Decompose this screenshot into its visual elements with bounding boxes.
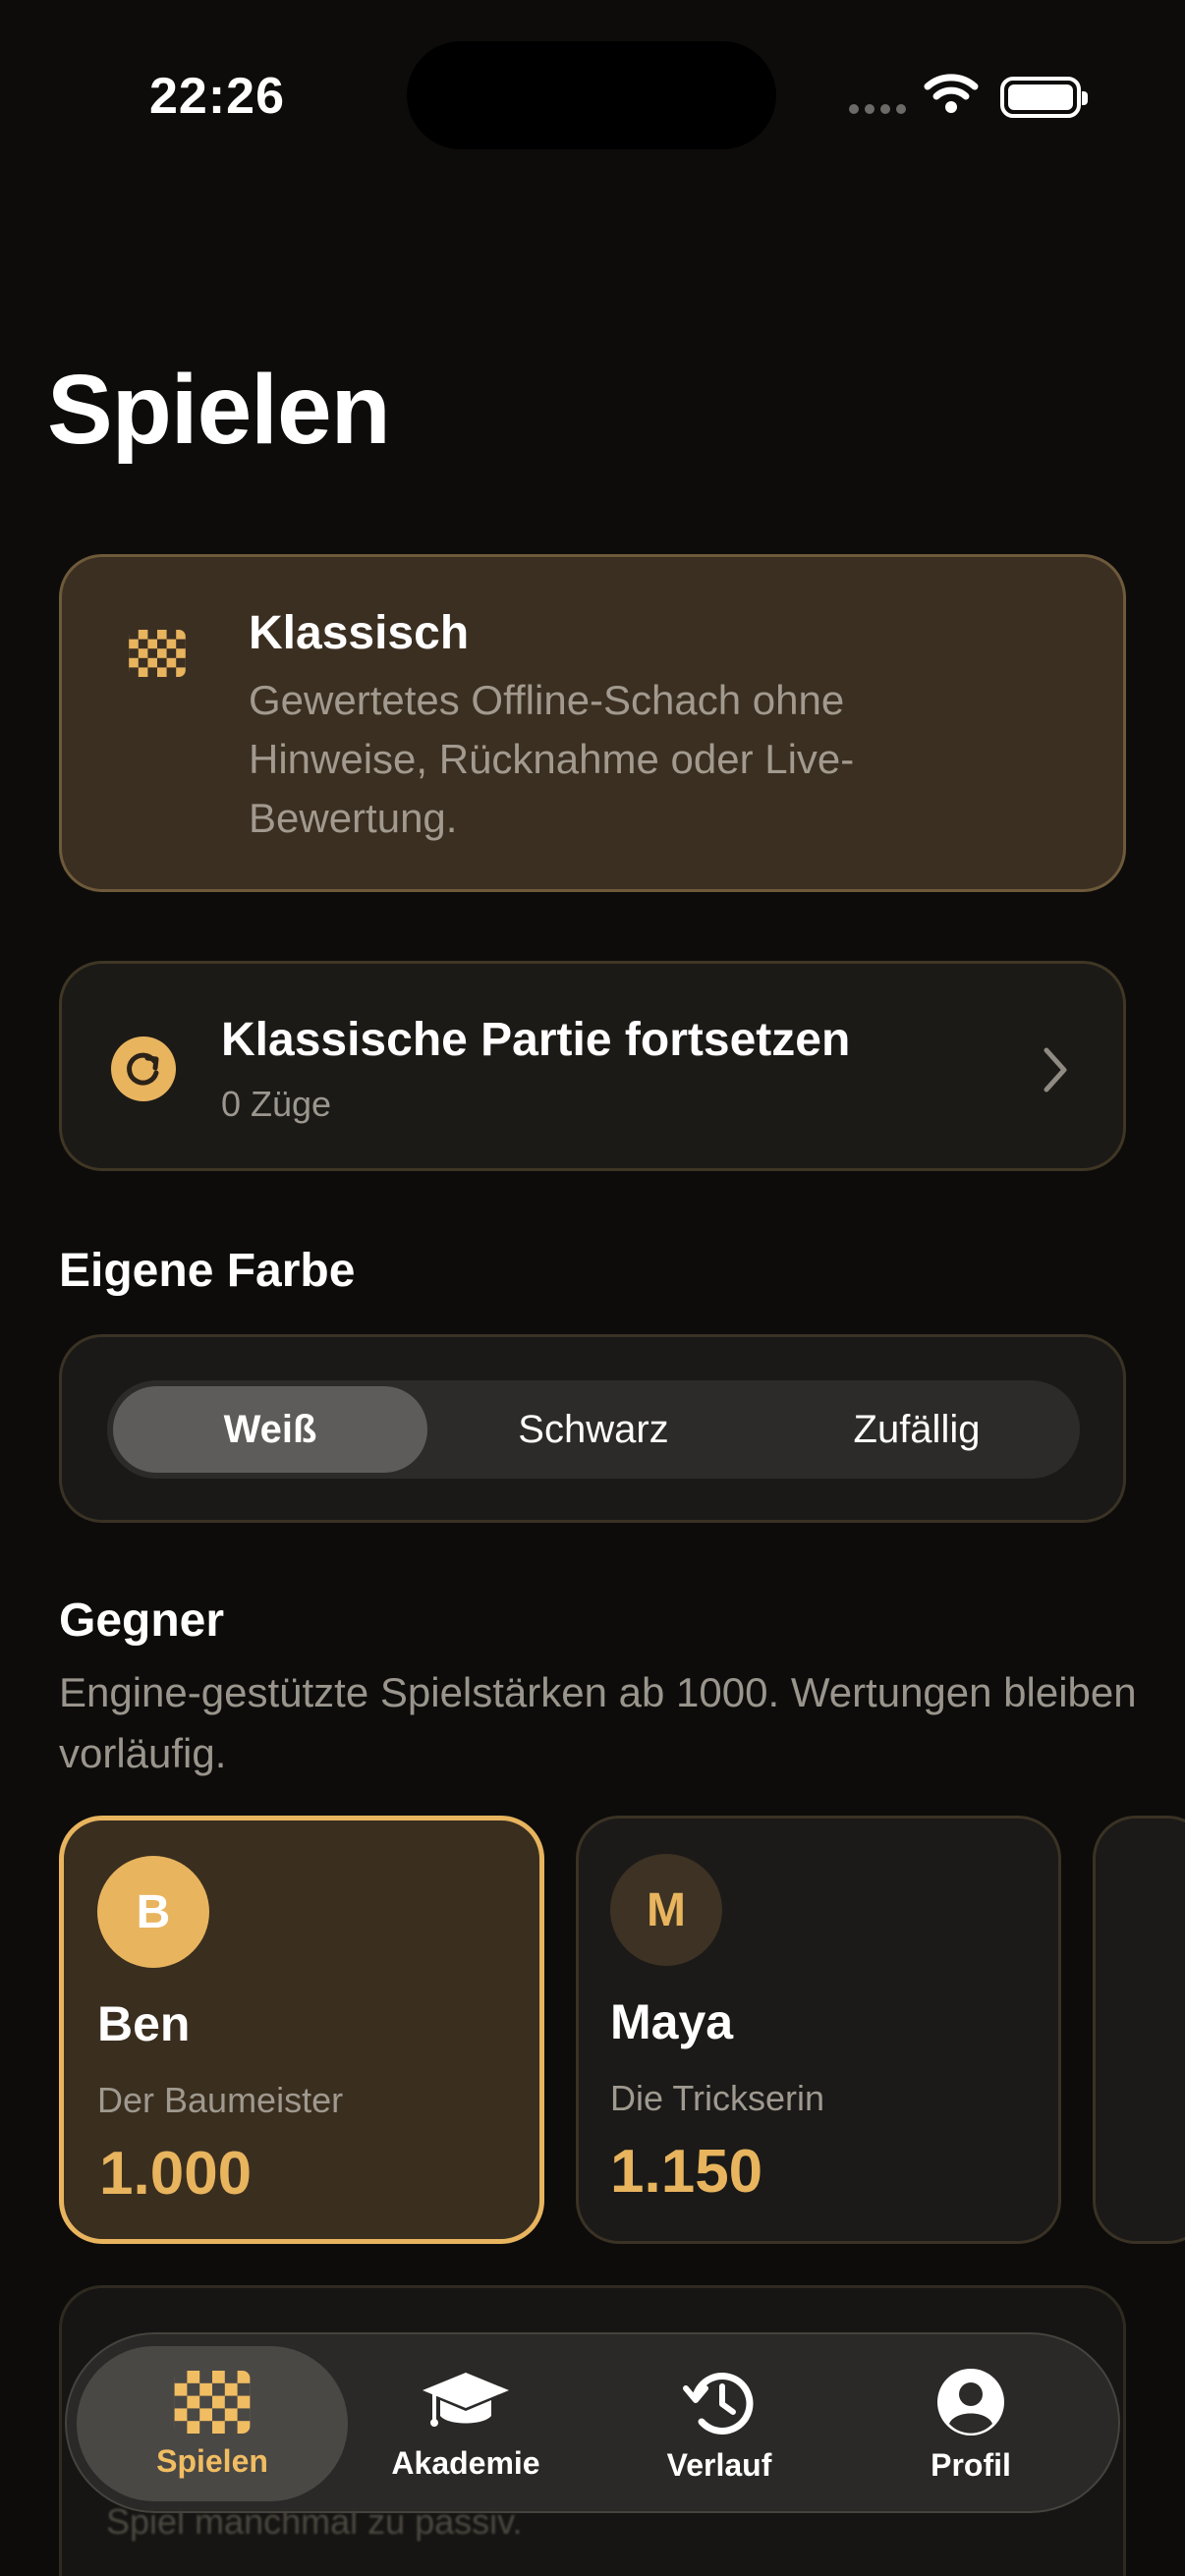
opponent-title: Der Baumeister — [97, 2080, 344, 2120]
resume-title: Klassische Partie fortsetzen — [221, 1014, 851, 1066]
tab-profil[interactable]: Profil — [853, 2334, 1089, 2515]
tab-label: Profil — [931, 2446, 1011, 2483]
chessboard-icon — [129, 630, 186, 677]
tab-spielen[interactable]: Spielen — [94, 2334, 330, 2515]
mode-card-classic[interactable]: Klassisch Gewertetes Offline-Schach ohne… — [59, 554, 1126, 892]
tab-akademie[interactable]: Akademie — [348, 2334, 584, 2515]
tab-verlauf[interactable]: Verlauf — [601, 2334, 837, 2515]
chessboard-icon — [174, 2370, 251, 2434]
mode-description: Gewertetes Offline-Schach ohne Hinweise,… — [249, 677, 855, 841]
history-icon — [683, 2372, 754, 2435]
color-section-title: Eigene Farbe — [59, 1245, 356, 1297]
tab-label: Verlauf — [666, 2446, 772, 2483]
color-option-white[interactable]: Weiß — [113, 1386, 427, 1473]
tab-label: Akademie — [391, 2444, 540, 2481]
opponent-card-ben[interactable]: B Ben Der Baumeister 1.000 — [59, 1816, 544, 2244]
cellular-signal-icon — [849, 104, 906, 114]
opponent-rating: 1.150 — [610, 2138, 763, 2206]
opponent-card-next[interactable] — [1093, 1816, 1185, 2244]
resume-icon — [111, 1036, 176, 1101]
avatar: M — [610, 1854, 722, 1966]
tab-bar: Spielen Akademie Verlauf Profil — [65, 2332, 1120, 2513]
opponent-name: Ben — [97, 1996, 191, 2051]
resume-game-button[interactable]: Klassische Partie fortsetzen 0 Züge — [59, 961, 1126, 1171]
color-option-black[interactable]: Schwarz — [436, 1386, 751, 1473]
opponent-rating: 1.000 — [99, 2140, 253, 2208]
play-screen: 22:26 Spielen Klassisch Gewertetes Offli… — [0, 0, 1185, 2576]
opponent-name: Maya — [610, 1994, 734, 2049]
tab-label: Spielen — [156, 2442, 268, 2479]
opponent-card-maya[interactable]: M Maya Die Trickserin 1.150 — [576, 1816, 1061, 2244]
avatar: B — [97, 1856, 209, 1968]
dynamic-island — [407, 41, 776, 149]
battery-icon — [1000, 77, 1088, 118]
graduation-cap-icon — [423, 2372, 509, 2427]
color-option-random[interactable]: Zufällig — [760, 1386, 1074, 1473]
color-segmented-control: Weiß Schwarz Zufällig — [107, 1380, 1080, 1479]
chevron-right-icon — [1044, 1047, 1067, 1092]
opponent-title: Die Trickserin — [610, 2078, 825, 2118]
color-picker-card: Weiß Schwarz Zufällig — [59, 1334, 1126, 1523]
page-title: Spielen — [47, 355, 391, 465]
opponents-description: Engine-gestützte Spielstärken ab 1000. W… — [59, 1669, 1137, 1776]
resume-move-count: 0 Züge — [221, 1084, 332, 1124]
mode-title: Klassisch — [249, 607, 470, 659]
profile-icon — [937, 2368, 1004, 2436]
status-time: 22:26 — [149, 68, 285, 125]
opponents-section-title: Gegner — [59, 1595, 225, 1647]
wifi-icon — [924, 74, 979, 113]
